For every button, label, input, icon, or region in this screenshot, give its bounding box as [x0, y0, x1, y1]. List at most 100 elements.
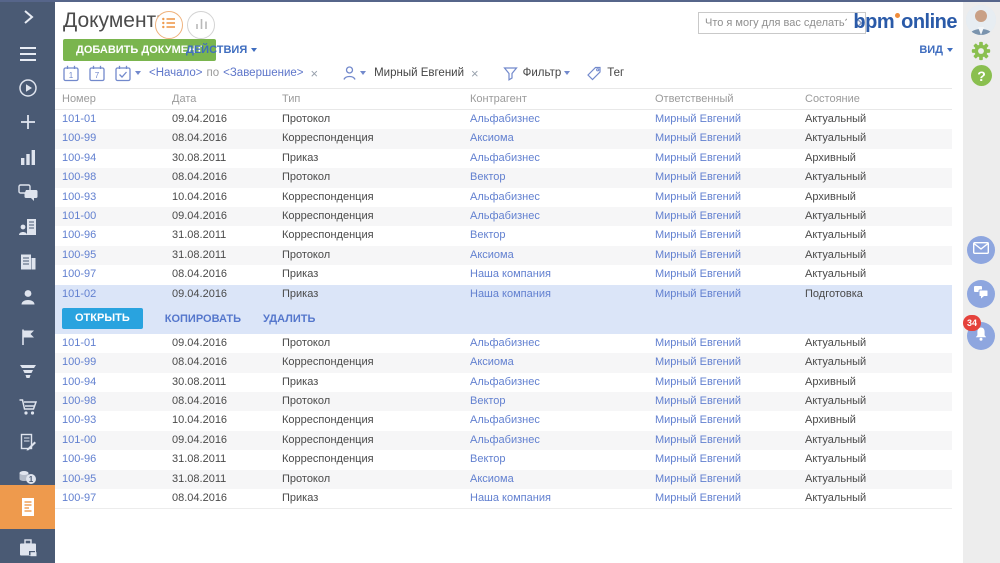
user-avatar[interactable]: [966, 5, 996, 35]
cell-number[interactable]: 100-95: [62, 246, 167, 265]
clear-owner-filter-icon[interactable]: ×: [471, 67, 479, 80]
cell-owner[interactable]: Мирный Евгений: [655, 431, 800, 450]
cell-owner[interactable]: Мирный Евгений: [655, 246, 800, 265]
cell-owner[interactable]: Мирный Евгений: [655, 373, 800, 392]
table-row[interactable]: 100-9430.08.2011ПриказАльфабизнесМирный …: [55, 373, 952, 392]
cell-owner[interactable]: Мирный Евгений: [655, 188, 800, 207]
cell-account[interactable]: Альфабизнес: [470, 188, 650, 207]
view-menu-button[interactable]: ВИД: [919, 44, 953, 56]
cell-owner[interactable]: Мирный Евгений: [655, 207, 800, 226]
sidebar-collapse-button[interactable]: [0, 0, 55, 34]
cell-number[interactable]: 100-99: [62, 129, 167, 148]
filter-menu-label[interactable]: Фильтр: [523, 67, 562, 79]
delete-button[interactable]: УДАЛИТЬ: [263, 313, 315, 325]
analytics-view-toggle[interactable]: [187, 11, 215, 39]
clear-period-filter-icon[interactable]: ×: [310, 67, 318, 80]
cell-owner[interactable]: Мирный Евгений: [655, 110, 800, 129]
table-row[interactable]: 101-0109.04.2016ПротоколАльфабизнесМирны…: [55, 110, 952, 129]
cell-number[interactable]: 100-99: [62, 353, 167, 372]
table-row[interactable]: 100-9631.08.2011КорреспонденцияВекторМир…: [55, 450, 952, 469]
table-row[interactable]: 100-9808.04.2016ПротоколВекторМирный Евг…: [55, 392, 952, 411]
cell-account[interactable]: Аксиома: [470, 353, 650, 372]
table-row[interactable]: 100-9808.04.2016ПротоколВекторМирный Евг…: [55, 168, 952, 187]
table-row[interactable]: 100-9708.04.2016ПриказНаша компанияМирны…: [55, 489, 952, 508]
sidebar-item-quick-add[interactable]: [0, 105, 55, 139]
sidebar-item-sales-funnel[interactable]: [0, 355, 55, 389]
column-header-account[interactable]: Контрагент: [470, 89, 650, 109]
messages-button[interactable]: [967, 280, 995, 308]
cell-account[interactable]: Альфабизнес: [470, 110, 650, 129]
cell-number[interactable]: 100-98: [62, 392, 167, 411]
tag-filter-button[interactable]: [586, 65, 602, 81]
sidebar-item-projects[interactable]: [0, 320, 55, 354]
cell-number[interactable]: 100-95: [62, 470, 167, 489]
sidebar-item-contacts[interactable]: [0, 280, 55, 314]
table-row[interactable]: 100-9531.08.2011ПротоколАксиомаМирный Ев…: [55, 246, 952, 265]
table-row[interactable]: 100-9531.08.2011ПротоколАксиомаМирный Ев…: [55, 470, 952, 489]
cell-owner[interactable]: Мирный Евгений: [655, 392, 800, 411]
cell-owner[interactable]: Мирный Евгений: [655, 450, 800, 469]
cell-number[interactable]: 100-94: [62, 149, 167, 168]
cell-account[interactable]: Альфабизнес: [470, 373, 650, 392]
cell-owner[interactable]: Мирный Евгений: [655, 470, 800, 489]
column-header-state[interactable]: Состояние: [805, 89, 950, 109]
cell-account[interactable]: Аксиома: [470, 470, 650, 489]
cell-number[interactable]: 100-96: [62, 450, 167, 469]
sidebar-item-contracts[interactable]: [0, 425, 55, 459]
table-row[interactable]: 100-9908.04.2016КорреспонденцияАксиомаМи…: [55, 129, 952, 148]
cell-owner[interactable]: Мирный Евгений: [655, 226, 800, 245]
cell-number[interactable]: 100-93: [62, 411, 167, 430]
actions-menu-button[interactable]: ДЕЙСТВИЯ: [186, 39, 257, 61]
owner-filter-value[interactable]: Мирный Евгений: [374, 67, 464, 79]
cell-account[interactable]: Альфабизнес: [470, 411, 650, 430]
cell-number[interactable]: 100-94: [62, 373, 167, 392]
cell-number[interactable]: 101-01: [62, 334, 167, 353]
sidebar-item-orders[interactable]: [0, 390, 55, 424]
cell-account[interactable]: Аксиома: [470, 129, 650, 148]
cell-number[interactable]: 101-00: [62, 207, 167, 226]
cell-number[interactable]: 100-93: [62, 188, 167, 207]
column-header-owner[interactable]: Ответственный: [655, 89, 800, 109]
cell-account[interactable]: Вектор: [470, 450, 650, 469]
table-row[interactable]: 101-0009.04.2016КорреспонденцияАльфабизн…: [55, 431, 952, 450]
cell-number[interactable]: 101-02: [62, 285, 167, 304]
sidebar-item-companies[interactable]: [0, 245, 55, 279]
sidebar-item-accounts[interactable]: [0, 210, 55, 244]
calendar-period-filter-button[interactable]: [115, 65, 141, 82]
cell-number[interactable]: 100-97: [62, 265, 167, 284]
cell-account[interactable]: Альфабизнес: [470, 149, 650, 168]
cell-owner[interactable]: Мирный Евгений: [655, 149, 800, 168]
cell-owner[interactable]: Мирный Евгений: [655, 265, 800, 284]
cell-account[interactable]: Аксиома: [470, 246, 650, 265]
list-view-toggle[interactable]: [155, 11, 183, 39]
cell-account[interactable]: Альфабизнес: [470, 334, 650, 353]
owner-filter-button[interactable]: [342, 65, 366, 81]
column-header-number[interactable]: Номер: [62, 89, 167, 109]
table-row[interactable]: 101-0209.04.2016ПриказНаша компанияМирны…: [55, 285, 952, 304]
cell-account[interactable]: Наша компания: [470, 489, 650, 508]
search-input[interactable]: [699, 17, 853, 29]
table-row[interactable]: 101-0009.04.2016КорреспонденцияАльфабизн…: [55, 207, 952, 226]
cell-account[interactable]: Альфабизнес: [470, 431, 650, 450]
cell-number[interactable]: 101-01: [62, 110, 167, 129]
cell-owner[interactable]: Мирный Евгений: [655, 129, 800, 148]
cell-account[interactable]: Наша компания: [470, 265, 650, 284]
calendar-week-filter-button[interactable]: 7: [89, 65, 105, 82]
cell-number[interactable]: 100-96: [62, 226, 167, 245]
filter-menu-button[interactable]: [503, 66, 518, 81]
cell-owner[interactable]: Мирный Евгений: [655, 285, 800, 304]
sidebar-item-feed[interactable]: [0, 175, 55, 209]
sidebar-item-dashboards[interactable]: [0, 140, 55, 174]
cell-owner[interactable]: Мирный Евгений: [655, 489, 800, 508]
sidebar-item-documents[interactable]: [0, 485, 55, 529]
table-row[interactable]: 100-9430.08.2011ПриказАльфабизнесМирный …: [55, 149, 952, 168]
cell-account[interactable]: Альфабизнес: [470, 207, 650, 226]
settings-gear-button[interactable]: [970, 40, 992, 62]
cell-number[interactable]: 101-00: [62, 431, 167, 450]
copy-button[interactable]: КОПИРОВАТЬ: [165, 313, 241, 325]
cell-owner[interactable]: Мирный Евгений: [655, 411, 800, 430]
column-header-type[interactable]: Тип: [282, 89, 465, 109]
table-row[interactable]: 100-9908.04.2016КорреспонденцияАксиомаМи…: [55, 353, 952, 372]
cell-account[interactable]: Наша компания: [470, 285, 650, 304]
tag-filter-label[interactable]: Тег: [607, 67, 624, 79]
